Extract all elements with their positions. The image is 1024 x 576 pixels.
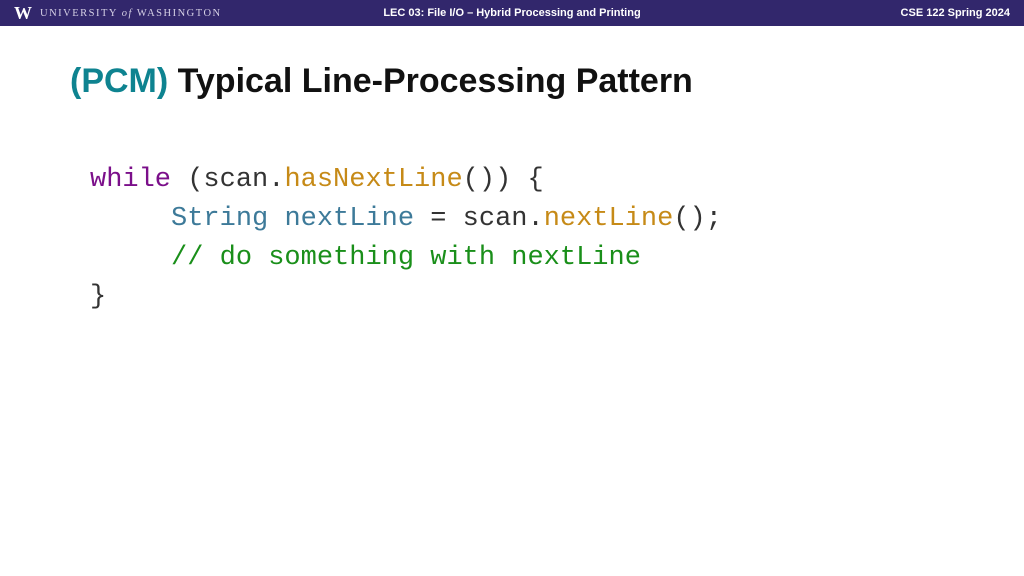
code-text: (scan. bbox=[171, 165, 284, 195]
slide-title: (PCM) Typical Line-Processing Pattern bbox=[70, 62, 954, 101]
slide-content: (PCM) Typical Line-Processing Pattern wh… bbox=[0, 26, 1024, 318]
code-text: (); bbox=[673, 204, 722, 234]
title-prefix: (PCM) bbox=[70, 62, 168, 100]
type-string: String bbox=[171, 204, 268, 234]
code-text bbox=[268, 204, 284, 234]
code-block: while (scan.hasNextLine()) { String next… bbox=[70, 161, 954, 318]
var-nextline: nextLine bbox=[284, 204, 414, 234]
keyword-while: while bbox=[90, 165, 171, 195]
university-name: UNIVERSITY of WASHINGTON bbox=[40, 8, 222, 19]
header-left: W UNIVERSITY of WASHINGTON bbox=[14, 4, 222, 22]
comment: // do something with nextLine bbox=[171, 243, 641, 273]
brace-close: } bbox=[90, 282, 106, 312]
method-nextline: nextLine bbox=[544, 204, 674, 234]
uw-w-logo: W bbox=[14, 4, 32, 22]
method-hasnextline: hasNextLine bbox=[284, 165, 462, 195]
header-bar: W UNIVERSITY of WASHINGTON LEC 03: File … bbox=[0, 0, 1024, 26]
indent bbox=[90, 243, 171, 273]
indent bbox=[90, 204, 171, 234]
title-main: Typical Line-Processing Pattern bbox=[168, 62, 693, 100]
code-text: = scan. bbox=[414, 204, 544, 234]
course-code: CSE 122 Spring 2024 bbox=[901, 7, 1010, 19]
code-text: ()) { bbox=[463, 165, 544, 195]
